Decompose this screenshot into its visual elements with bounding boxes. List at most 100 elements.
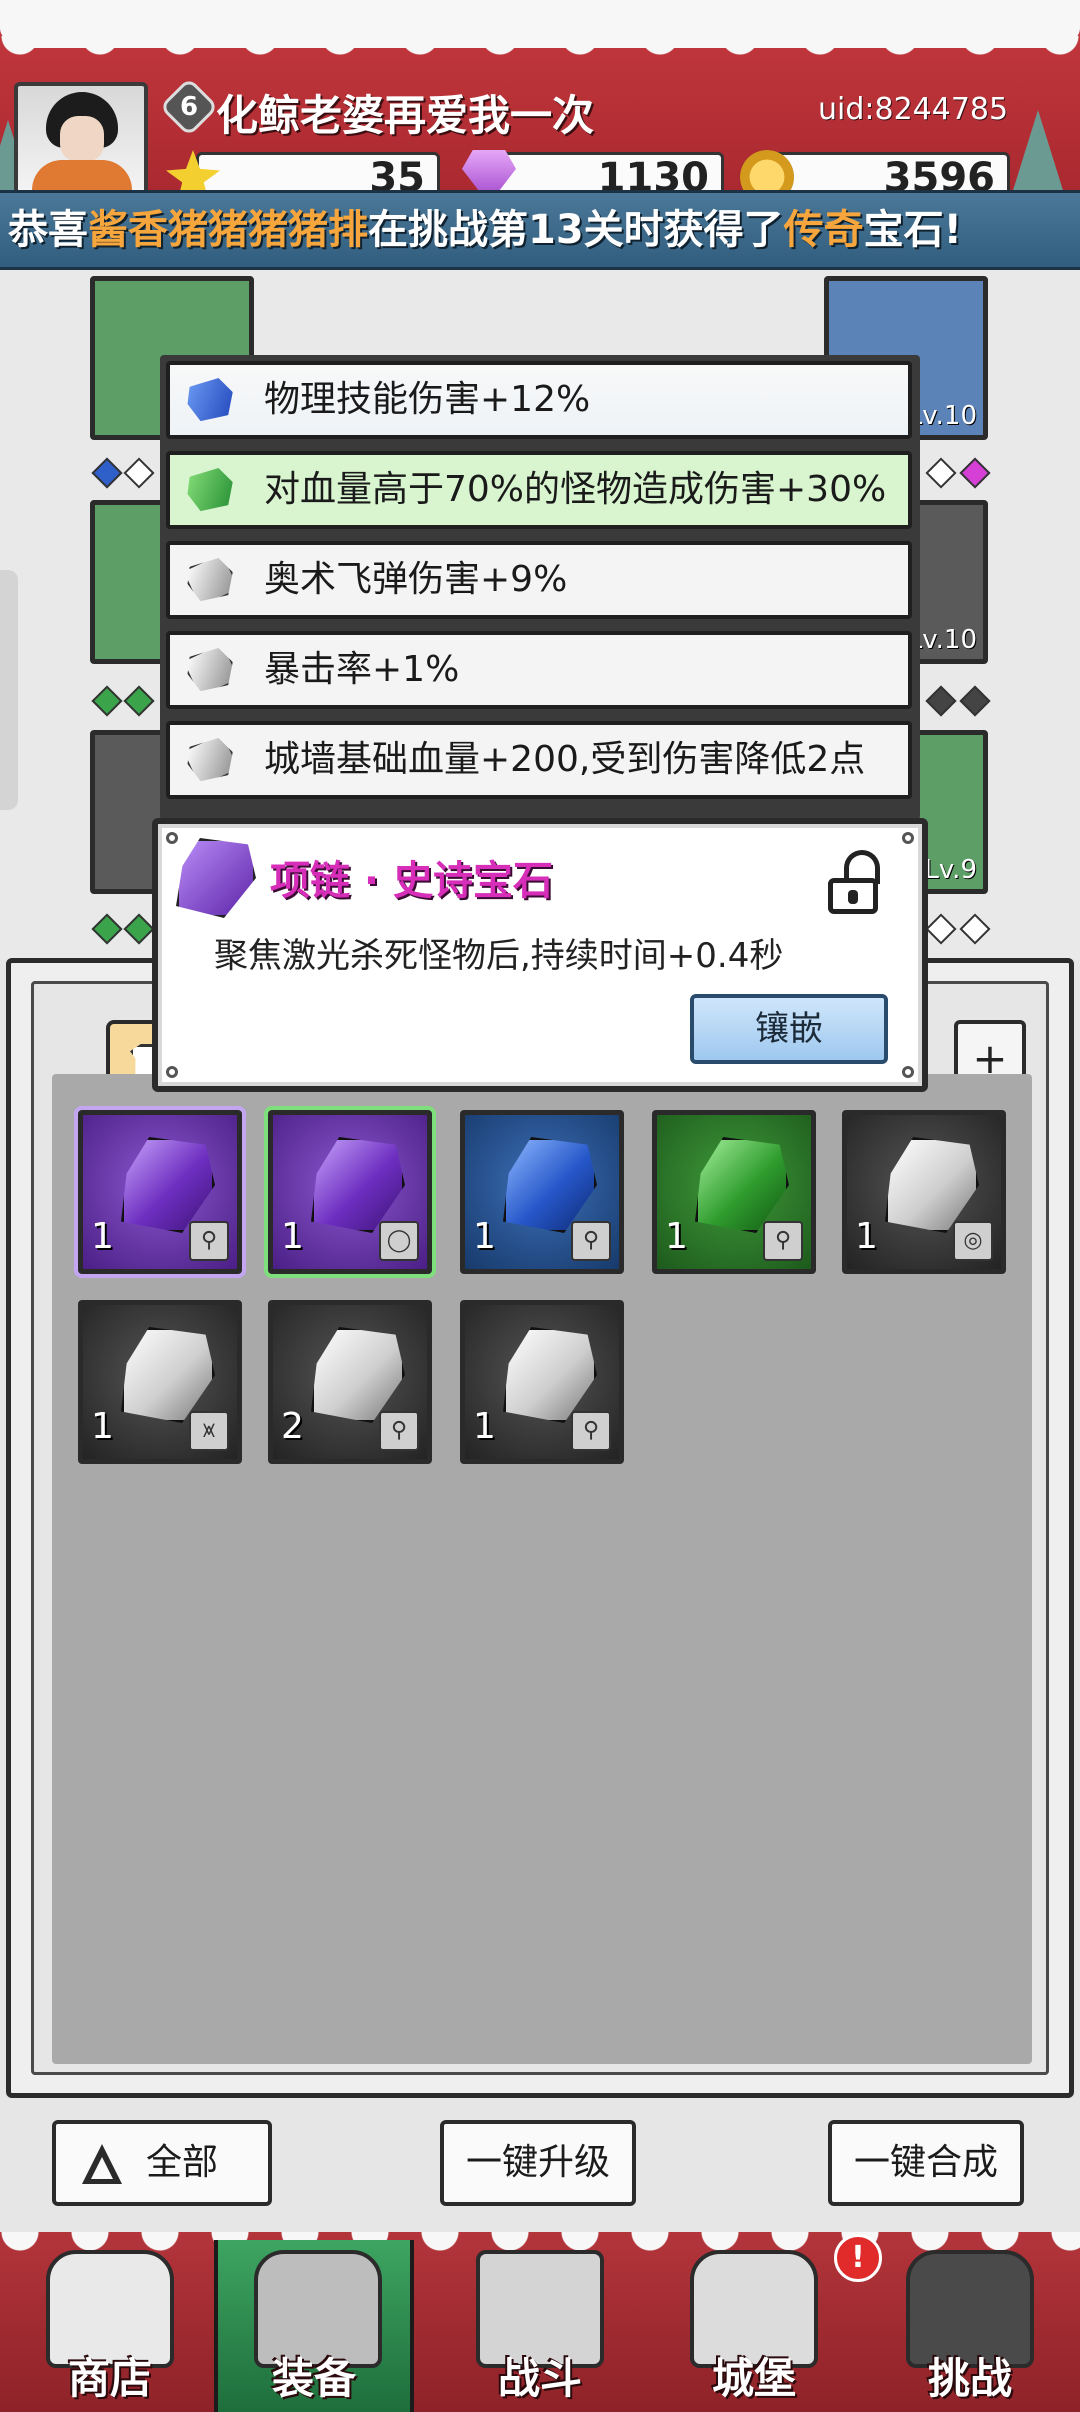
filter-all-button[interactable]: 全部 bbox=[52, 2120, 272, 2206]
inventory-gem-item[interactable]: 1 ⩙ bbox=[78, 1300, 242, 1464]
corner-rivet-icon bbox=[166, 1066, 178, 1078]
item-count: 1 bbox=[473, 1216, 496, 1257]
side-drawer-handle[interactable] bbox=[0, 570, 18, 810]
bottom-navigation: 商店 装备 战斗 城堡 挑战 ! bbox=[0, 2232, 1080, 2412]
weapon-type-icon: ⚲ bbox=[571, 1411, 611, 1451]
notice-player-name: 酱香猪猪猪猪排 bbox=[88, 207, 368, 253]
player-avatar[interactable] bbox=[14, 82, 148, 200]
nav-equip-label: 装备 bbox=[271, 2354, 356, 2403]
stat-text: 暴击率+1% bbox=[264, 649, 460, 690]
corner-rivet-icon bbox=[166, 832, 178, 844]
white-gem-icon bbox=[181, 731, 240, 789]
player-level-badge: 6 bbox=[159, 77, 219, 137]
upgrade-all-button[interactable]: 一键升级 bbox=[440, 2120, 636, 2206]
white-gem-icon bbox=[181, 641, 240, 699]
nav-challenge[interactable]: 挑战 bbox=[870, 2240, 1070, 2412]
triangle-filter-icon bbox=[82, 2144, 122, 2184]
socket-empty-icon bbox=[123, 457, 155, 489]
notice-prefix: 恭喜 bbox=[8, 207, 88, 253]
equip-level-label: Lv.9 bbox=[924, 855, 977, 885]
blue-gem-icon bbox=[503, 1137, 597, 1233]
weapon-type-icon: ⚲ bbox=[379, 1411, 419, 1451]
merge-all-button[interactable]: 一键合成 bbox=[828, 2120, 1024, 2206]
stat-row: 奥术飞弹伤害+9% bbox=[166, 541, 912, 619]
inventory-gem-item[interactable]: 2 ⚲ bbox=[268, 1300, 432, 1464]
player-level: 6 bbox=[179, 92, 199, 122]
top-header: 6 化鲸老婆再爱我一次 uid:8244785 35 1130 3596 bbox=[0, 0, 1080, 200]
socket-empty-icon bbox=[959, 913, 991, 945]
nav-equip[interactable]: 装备 bbox=[214, 2240, 414, 2412]
stat-row: 物理技能伤害+12% bbox=[166, 361, 912, 439]
stat-text: 奥术飞弹伤害+9% bbox=[264, 559, 568, 600]
gem-detail-description: 聚焦激光杀死怪物后,持续时间+0.4秒 bbox=[214, 936, 784, 976]
socket-gem-icon bbox=[123, 685, 155, 717]
stat-text: 对血量高于70%的怪物造成伤害+30% bbox=[264, 469, 887, 510]
socket-gem-icon bbox=[925, 685, 957, 717]
inventory-gem-item[interactable]: 1 ◎ bbox=[842, 1110, 1006, 1274]
green-gem-icon bbox=[695, 1137, 789, 1233]
white-gem-icon bbox=[311, 1327, 405, 1423]
item-count: 1 bbox=[91, 1216, 114, 1257]
player-uid: uid:8244785 bbox=[818, 92, 1009, 127]
socket-gem-icon bbox=[123, 913, 155, 945]
filter-all-label: 全部 bbox=[145, 2142, 218, 2183]
item-count: 2 bbox=[281, 1406, 304, 1447]
green-gem-icon bbox=[181, 461, 240, 519]
white-gem-icon bbox=[885, 1137, 979, 1233]
notice-middle: 在挑战第13关时获得了 bbox=[368, 207, 784, 253]
unlock-icon[interactable] bbox=[828, 850, 888, 914]
corner-rivet-icon bbox=[902, 832, 914, 844]
socket-empty-icon bbox=[925, 913, 957, 945]
weapon-type-icon: ⚲ bbox=[189, 1221, 229, 1261]
socket-gem-icon bbox=[91, 913, 123, 945]
item-count: 1 bbox=[91, 1406, 114, 1447]
nav-castle[interactable]: 城堡 bbox=[654, 2240, 854, 2412]
white-gem-icon bbox=[503, 1327, 597, 1423]
purple-gem-icon bbox=[311, 1137, 405, 1233]
item-count: 1 bbox=[281, 1216, 304, 1257]
stat-row: 城墙基础血量+200,受到伤害降低2点 bbox=[166, 721, 912, 799]
socket-gem-icon bbox=[959, 685, 991, 717]
notice-suffix: 宝石! bbox=[863, 207, 962, 253]
nav-battle[interactable]: 战斗 bbox=[440, 2240, 640, 2412]
white-gem-icon bbox=[181, 551, 240, 609]
inventory-gem-item-selected[interactable]: 1 ◯ bbox=[268, 1110, 432, 1274]
stat-text: 物理技能伤害+12% bbox=[264, 379, 591, 420]
socket-gem-icon bbox=[959, 457, 991, 489]
pine-tree-decoration bbox=[1010, 110, 1066, 200]
stat-text: 城墙基础血量+200,受到伤害降低2点 bbox=[264, 739, 866, 780]
armor-type-icon: ⩙ bbox=[189, 1411, 229, 1451]
weapon-type-icon: ⚲ bbox=[763, 1221, 803, 1261]
white-gem-icon bbox=[121, 1327, 215, 1423]
inlay-button[interactable]: 镶嵌 bbox=[690, 994, 888, 1064]
blue-gem-icon bbox=[181, 371, 240, 429]
corner-rivet-icon bbox=[902, 1066, 914, 1078]
ring-type-icon: ◎ bbox=[953, 1221, 993, 1261]
nav-shop[interactable]: 商店 bbox=[10, 2240, 210, 2412]
purple-gem-icon bbox=[121, 1137, 215, 1233]
inventory-gem-item[interactable]: 1 ⚲ bbox=[460, 1300, 624, 1464]
item-count: 1 bbox=[855, 1216, 878, 1257]
player-name: 化鲸老婆再爱我一次 bbox=[216, 91, 595, 140]
item-count: 1 bbox=[665, 1216, 688, 1257]
nav-castle-label: 城堡 bbox=[711, 2354, 796, 2403]
notice-rarity: 传奇 bbox=[783, 207, 864, 253]
stat-row: 暴击率+1% bbox=[166, 631, 912, 709]
socket-gem-icon bbox=[91, 457, 123, 489]
snow-decoration bbox=[0, 0, 1080, 60]
necklace-type-icon: ◯ bbox=[379, 1221, 419, 1261]
gem-stats-panel: 物理技能伤害+12% 对血量高于70%的怪物造成伤害+30% 奥术飞弹伤害+9%… bbox=[160, 355, 920, 820]
socket-gem-icon bbox=[91, 685, 123, 717]
nav-challenge-label: 挑战 bbox=[927, 2354, 1012, 2403]
weapon-type-icon: ⚲ bbox=[571, 1221, 611, 1261]
gem-detail-popup: 项链 · 史诗宝石 聚焦激光杀死怪物后,持续时间+0.4秒 镶嵌 bbox=[152, 818, 928, 1092]
gem-detail-title: 项链 · 史诗宝石 bbox=[270, 858, 554, 904]
notification-badge: ! bbox=[834, 2234, 882, 2282]
inventory-gem-item[interactable]: 1 ⚲ bbox=[652, 1110, 816, 1274]
announcement-bar: 恭喜酱香猪猪猪猪排在挑战第13关时获得了传奇宝石! bbox=[0, 190, 1080, 270]
item-count: 1 bbox=[473, 1406, 496, 1447]
nav-battle-label: 战斗 bbox=[497, 2354, 582, 2403]
socket-empty-icon bbox=[925, 457, 957, 489]
inventory-gem-item[interactable]: 1 ⚲ bbox=[460, 1110, 624, 1274]
inventory-gem-item[interactable]: 1 ⚲ bbox=[78, 1110, 242, 1274]
